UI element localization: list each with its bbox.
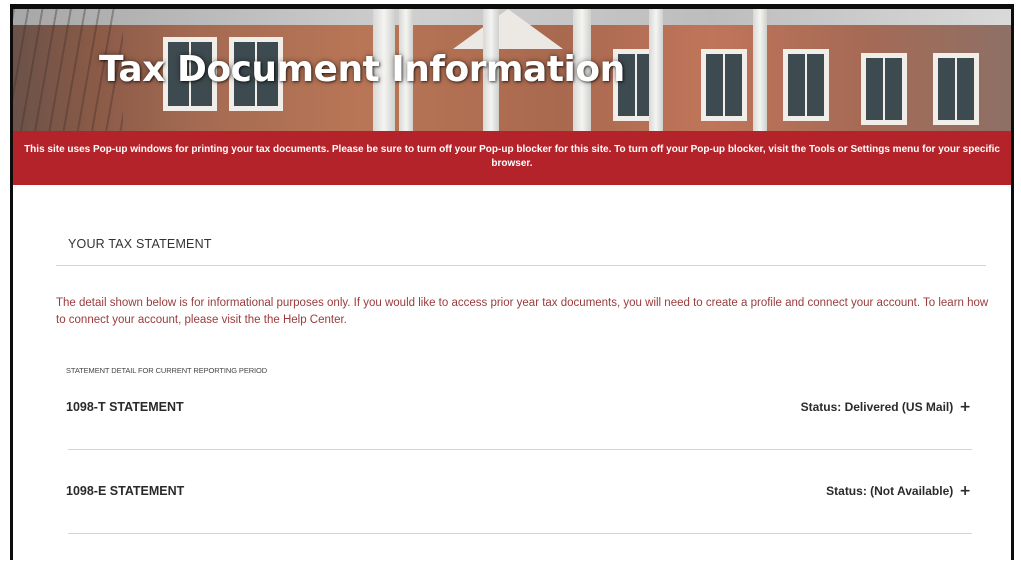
statement-status-toggle[interactable]: Status: Delivered (US Mail) + (801, 400, 971, 414)
statement-divider (68, 449, 972, 450)
statement-name: 1098-T STATEMENT (66, 400, 184, 414)
section-divider (56, 265, 986, 266)
section-title: YOUR TAX STATEMENT (68, 237, 212, 251)
statement-row-1098t: 1098-T STATEMENT Status: Delivered (US M… (66, 397, 971, 417)
statement-status-toggle[interactable]: Status: (Not Available) + (826, 484, 971, 498)
statement-status: Status: (Not Available) (826, 484, 954, 498)
hero-window (861, 53, 907, 125)
statement-divider (68, 533, 972, 534)
page-title: Tax Document Information (99, 49, 625, 90)
statement-status: Status: Delivered (US Mail) (800, 400, 954, 414)
popup-notice-banner: This site uses Pop-up windows for printi… (13, 131, 1011, 185)
hero-column (753, 9, 767, 131)
page-frame: Tax Document Information This site uses … (10, 4, 1014, 560)
hero-window (701, 49, 747, 121)
statement-name: 1098-E STATEMENT (66, 484, 185, 498)
period-label: STATEMENT DETAIL FOR CURRENT REPORTING P… (66, 366, 268, 375)
plus-icon[interactable]: + (959, 484, 971, 498)
hero-window (783, 49, 829, 121)
hero-column (649, 9, 663, 131)
hero-banner: Tax Document Information (13, 9, 1011, 131)
hero-window (933, 53, 979, 125)
statement-row-1098e: 1098-E STATEMENT Status: (Not Available)… (66, 481, 971, 501)
plus-icon[interactable]: + (959, 400, 971, 414)
info-text: The detail shown below is for informatio… (56, 297, 989, 326)
